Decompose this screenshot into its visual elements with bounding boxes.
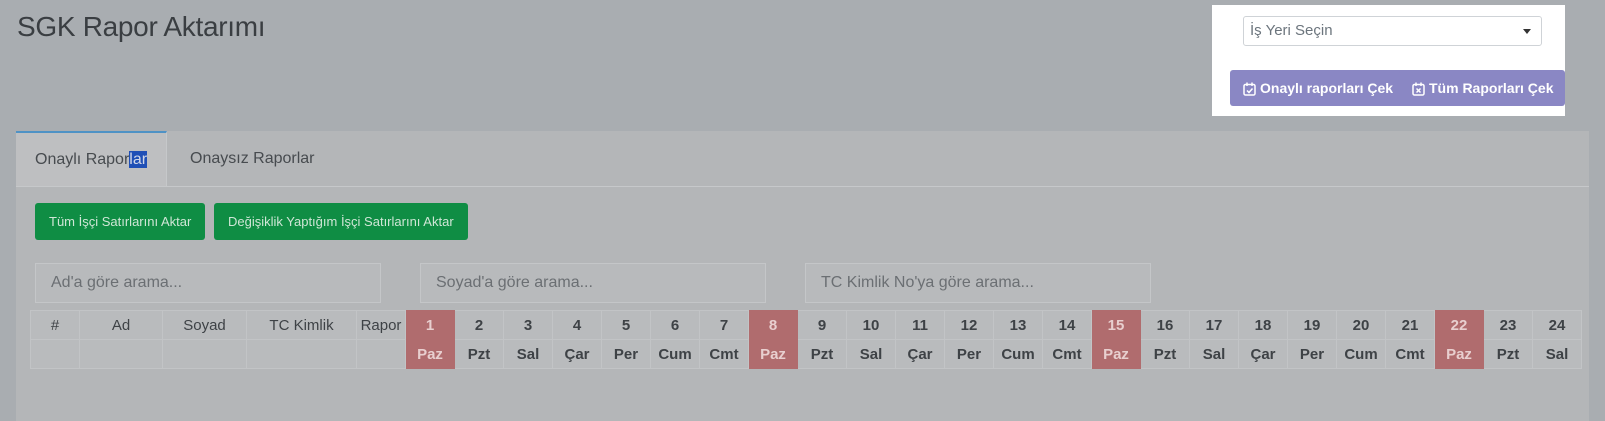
transfer-changed-button[interactable]: Değişiklik Yaptığım İşçi Satırlarını Akt… [214,203,468,240]
day-number-cell: 24 [1532,310,1582,340]
chevron-down-icon [1523,29,1531,34]
weekday-cell: Çar [552,339,602,369]
weekday-cell: Pzt [1140,339,1190,369]
weekday-cell: Çar [895,339,945,369]
blank-cell [162,339,247,369]
calendar-check-icon [1243,80,1260,96]
col-report: Rapor [356,310,406,340]
page-title: SGK Rapor Aktarımı [17,11,266,42]
tab-approved-label: Onaylı Rapor [35,151,130,168]
day-number-cell: 4 [552,310,602,340]
weekday-cell: Cum [1336,339,1386,369]
fetch-approved-button[interactable]: Onaylı raporları Çek [1230,70,1406,106]
weekday-cell: Çar [1238,339,1288,369]
day-number-cell: 19 [1287,310,1337,340]
day-number-cell: 22 [1434,310,1484,340]
day-number-cell: 5 [601,310,651,340]
report-grid: # Ad Soyad TC Kimlik Rapor 1 2 3 4 5 6 7 8 9 10 11… [30,310,1582,369]
col-surname: Soyad [162,310,247,340]
day-number-cell: 20 [1336,310,1386,340]
weekday-cell: Paz [1091,339,1141,369]
tab-unapproved-reports[interactable]: Onaysız Raporlar [171,131,334,186]
calendar-x-icon [1412,80,1429,96]
weekday-cell: Cmt [1385,339,1435,369]
weekday-cell: Paz [1434,339,1484,369]
day-number-cell: 16 [1140,310,1190,340]
weekday-cell: Per [1287,339,1337,369]
tab-bar: Onaylı Raporlar Onaysız Raporlar [16,131,1589,187]
name-search-input[interactable] [35,263,381,303]
tab-approved-reports[interactable]: Onaylı Raporlar [16,131,168,186]
day-number-cell: 2 [454,310,504,340]
day-number-cell: 10 [846,310,896,340]
day-number-cell: 7 [699,310,749,340]
weekday-cell: Pzt [1483,339,1533,369]
blank-cell [79,339,163,369]
tc-search-input[interactable] [805,263,1151,303]
weekday-cell: Sal [1532,339,1582,369]
col-name: Ad [79,310,163,340]
fetch-approved-label: Onaylı raporları Çek [1260,80,1394,96]
day-number-cell: 13 [993,310,1043,340]
weekday-cell: Per [944,339,994,369]
weekday-cell: Per [601,339,651,369]
weekday-cell: Cmt [699,339,749,369]
day-number-cell: 17 [1189,310,1239,340]
fetch-all-button[interactable]: Tüm Raporları Çek [1399,70,1566,106]
weekday-cell: Sal [846,339,896,369]
blank-cell [356,339,406,369]
weekday-cell: Pzt [454,339,504,369]
filter-panel: İş Yeri Seçin Onaylı raporları Çek Tüm R… [1212,5,1566,116]
blank-cell [246,339,357,369]
col-index: # [30,310,80,340]
day-number-cell: 14 [1042,310,1092,340]
day-number-cell: 11 [895,310,945,340]
transfer-all-button[interactable]: Tüm İşçi Satırlarını Aktar [35,203,206,240]
weekday-cell: Paz [405,339,455,369]
weekday-cell: Cum [993,339,1043,369]
surname-search-input[interactable] [420,263,766,303]
weekday-cell: Pzt [797,339,847,369]
day-number-cell: 23 [1483,310,1533,340]
day-number-cell: 3 [503,310,553,340]
weekday-cell: Cmt [1042,339,1092,369]
weekday-cell: Sal [503,339,553,369]
day-number-cell: 21 [1385,310,1435,340]
col-tc: TC Kimlik [246,310,357,340]
text-selection: lar [129,151,148,168]
weekday-cell: Sal [1189,339,1239,369]
weekday-cell: Cum [650,339,700,369]
day-number-cell: 12 [944,310,994,340]
workplace-select[interactable]: İş Yeri Seçin [1243,16,1542,46]
blank-cell [30,339,80,369]
day-number-cell: 6 [650,310,700,340]
day-number-cell: 18 [1238,310,1288,340]
day-number-cell: 1 [405,310,455,340]
header-row: # Ad Soyad TC Kimlik Rapor 1 2 3 4 5 6 7 8 9 10 11… [30,310,1582,340]
fetch-all-label: Tüm Raporları Çek [1429,80,1554,96]
weekday-row: Paz Pzt Sal Çar Per Cum Cmt Paz Pzt Sal Çar Per Cum C… [30,339,1582,369]
day-number-cell: 9 [797,310,847,340]
weekday-cell: Paz [748,339,798,369]
workplace-select-label: İş Yeri Seçin [1250,22,1333,39]
day-number-cell: 15 [1091,310,1141,340]
day-number-cell: 8 [748,310,798,340]
